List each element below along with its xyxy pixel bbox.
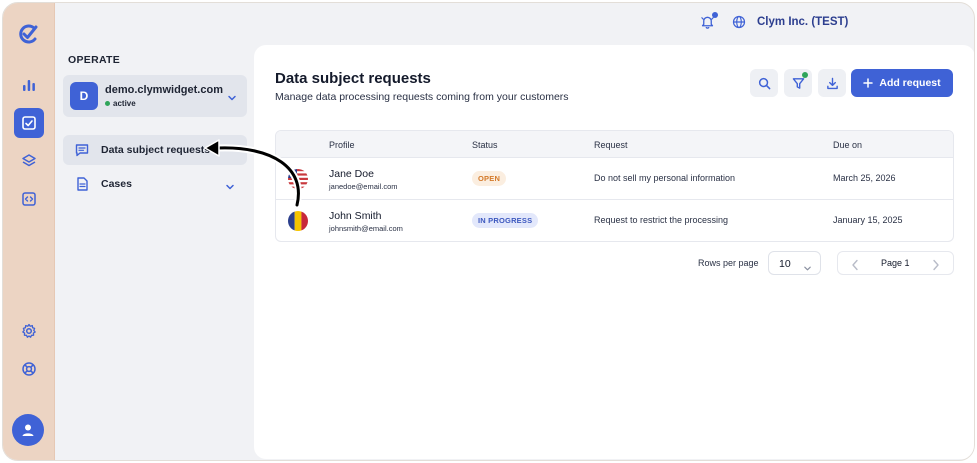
download-button[interactable] [818, 69, 846, 97]
search-button[interactable] [750, 69, 778, 97]
sidebar-item-label: Data subject requests [101, 144, 211, 156]
rows-per-page-select[interactable]: 10 [768, 251, 821, 275]
document-icon [74, 176, 90, 192]
rows-per-page-value: 10 [779, 258, 791, 270]
bar-chart-icon[interactable] [14, 70, 44, 100]
requests-table: Profile Status Request Due on Jane Doe j… [275, 130, 954, 242]
page-indicator: Page 1 [881, 258, 910, 268]
profile-name: John Smith [329, 210, 382, 222]
chevron-down-icon [803, 260, 812, 278]
table-row[interactable]: Jane Doe janedoe@email.com OPEN Do not s… [276, 158, 953, 200]
sidebar-item-data-subject-requests[interactable]: Data subject requests [63, 135, 247, 165]
ro-flag-icon [288, 211, 308, 231]
add-request-label: Add request [879, 77, 941, 89]
site-initial-badge: D [70, 82, 98, 110]
secondary-nav: OPERATE D demo.clymwidget.com active Dat… [55, 45, 255, 460]
filter-icon [792, 77, 804, 89]
due-date: January 15, 2025 [833, 215, 903, 225]
lifebuoy-icon[interactable] [14, 354, 44, 384]
layers-icon[interactable] [14, 146, 44, 176]
icon-rail [3, 3, 55, 460]
sidebar-item-label: Cases [101, 178, 132, 190]
next-page-button[interactable] [931, 258, 941, 276]
top-bar: Clym Inc. (TEST) [55, 3, 974, 45]
site-domain: demo.clymwidget.com [105, 84, 223, 96]
prev-page-button[interactable] [850, 258, 860, 276]
add-request-button[interactable]: Add request [851, 69, 953, 97]
status-badge: IN PROGRESS [472, 213, 539, 228]
bell-icon[interactable] [700, 12, 718, 34]
chat-icon [74, 142, 90, 158]
chevron-down-icon[interactable] [227, 90, 237, 108]
main-panel: Data subject requests Manage data proces… [254, 45, 974, 459]
user-avatar-icon[interactable] [12, 414, 44, 446]
sidebar-item-cases[interactable]: Cases [63, 169, 247, 199]
page-title: Data subject requests [275, 70, 431, 87]
profile-email: johnsmith@email.com [329, 224, 403, 233]
column-header-status[interactable]: Status [472, 140, 498, 150]
download-icon [826, 77, 838, 89]
status-badge: OPEN [472, 171, 507, 186]
site-status: active [105, 99, 136, 108]
us-flag-icon [288, 169, 308, 189]
site-status-label: active [113, 99, 136, 108]
table-row[interactable]: John Smith johnsmith@email.com IN PROGRE… [276, 200, 953, 241]
column-header-due-on[interactable]: Due on [833, 140, 862, 150]
gear-icon[interactable] [14, 316, 44, 346]
table-header: Profile Status Request Due on [276, 131, 953, 158]
page-subtitle: Manage data processing requests coming f… [275, 91, 569, 103]
organization-selector[interactable]: Clym Inc. (TEST) [757, 16, 848, 28]
request-type: Do not sell my personal information [594, 173, 736, 183]
chevron-down-icon[interactable] [225, 179, 235, 197]
code-icon[interactable] [14, 184, 44, 214]
search-icon [758, 77, 770, 89]
status-dot [105, 101, 110, 106]
column-header-profile[interactable]: Profile [329, 140, 355, 150]
pagination-control: Page 1 [837, 251, 954, 275]
nav-section-title: OPERATE [68, 54, 121, 66]
filter-active-dot [802, 72, 808, 78]
clym-logo-icon[interactable] [15, 21, 41, 47]
rows-per-page-label: Rows per page [698, 258, 759, 268]
app-window: Clym Inc. (TEST) OPERATE D demo.clymwidg… [2, 2, 975, 461]
globe-icon[interactable] [732, 15, 746, 34]
site-selector[interactable]: D demo.clymwidget.com active [63, 75, 247, 117]
request-type: Request to restrict the processing [594, 215, 729, 225]
chevron-right-icon [933, 259, 939, 271]
profile-name: Jane Doe [329, 168, 374, 180]
column-header-request[interactable]: Request [594, 140, 628, 150]
checklist-icon[interactable] [14, 108, 44, 138]
profile-email: janedoe@email.com [329, 182, 398, 191]
notification-dot [712, 12, 718, 18]
due-date: March 25, 2026 [833, 173, 896, 183]
plus-icon [863, 78, 874, 88]
filter-button[interactable] [784, 69, 812, 97]
chevron-left-icon [852, 259, 858, 271]
